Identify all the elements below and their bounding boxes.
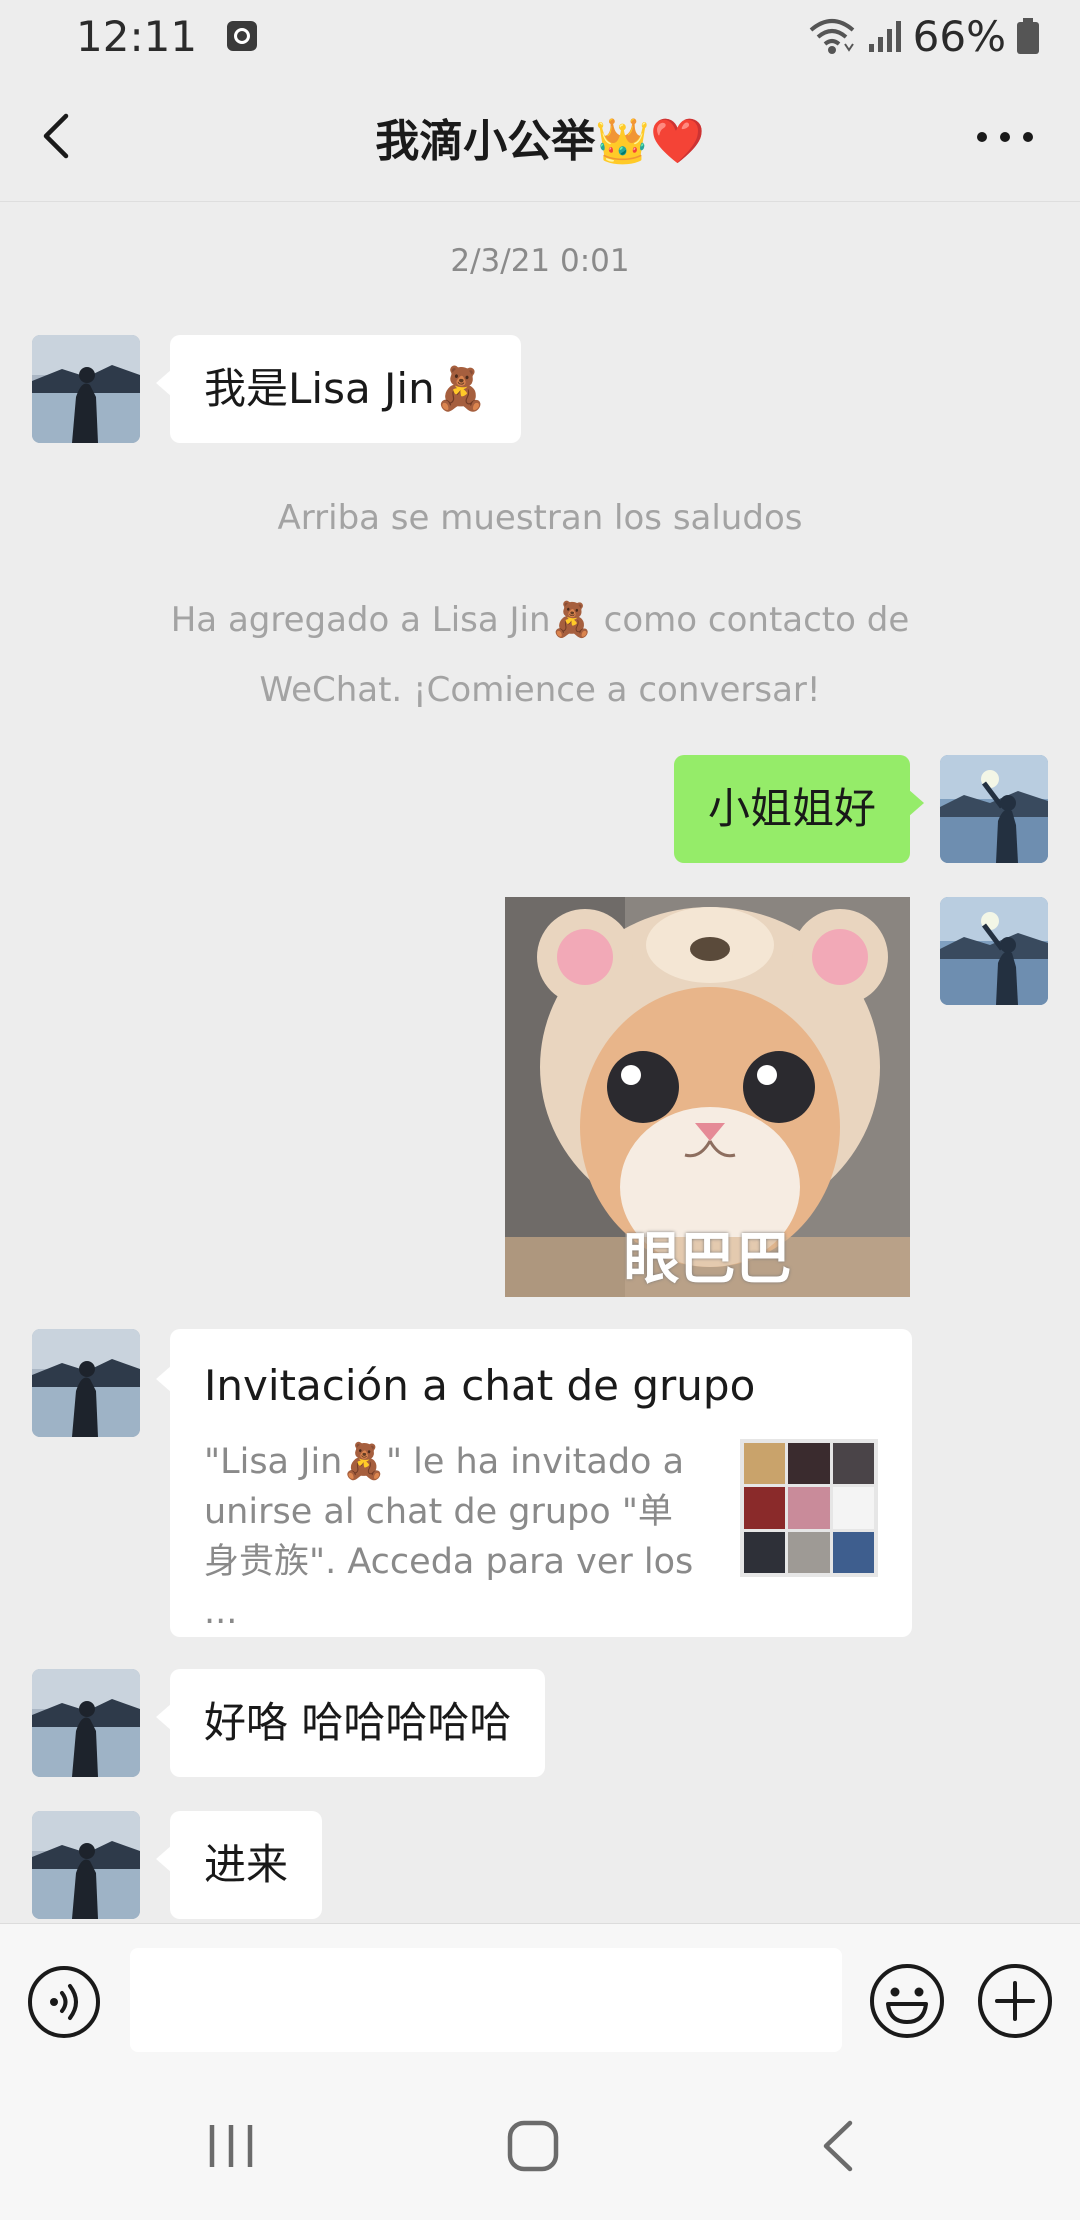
sticker-caption: 眼巴巴 xyxy=(623,1227,792,1292)
contact-avatar[interactable] xyxy=(32,1329,140,1437)
sticker-image[interactable]: 眼巴巴 xyxy=(505,897,910,1297)
chat-messages[interactable]: 2/3/21 0:01 我是Lisa Jin🧸 Arriba se muestr… xyxy=(0,203,1080,1923)
group-thumbnail xyxy=(740,1439,878,1577)
invite-description: "Lisa Jin🧸" le ha invitado a unirse al c… xyxy=(204,1442,694,1632)
back-icon[interactable] xyxy=(30,106,90,166)
contact-avatar[interactable] xyxy=(32,1811,140,1919)
status-time: 12:11 xyxy=(76,11,198,61)
message-bubble-incoming[interactable]: 好咯 哈哈哈哈哈 xyxy=(155,1669,546,1777)
plus-icon[interactable] xyxy=(976,1962,1054,2040)
invite-title: Invitación a chat de grupo xyxy=(204,1361,756,1410)
system-message: Ha agregado a Lisa Jin🧸 como contacto de… xyxy=(170,600,910,710)
system-message: Arriba se muestran los saludos xyxy=(277,498,803,538)
emoji-icon[interactable] xyxy=(868,1962,946,2040)
wifi-icon xyxy=(809,19,854,54)
message-bubble-incoming[interactable]: 我是Lisa Jin🧸 xyxy=(155,335,522,443)
my-avatar[interactable] xyxy=(940,755,1048,863)
chat-header: 我滴小公举👑❤️ xyxy=(0,72,1080,202)
home-icon[interactable] xyxy=(506,2119,560,2173)
chat-title: 我滴小公举👑❤️ xyxy=(375,115,705,167)
signal-icon xyxy=(868,21,901,52)
message-input[interactable] xyxy=(130,1948,842,2052)
message-input-bar xyxy=(0,1923,1080,2073)
system-nav-bar xyxy=(0,2073,1080,2220)
contact-avatar[interactable] xyxy=(32,1669,140,1777)
voice-icon[interactable] xyxy=(26,1964,102,2040)
more-dots-icon[interactable] xyxy=(970,117,1040,157)
contact-avatar[interactable] xyxy=(32,335,140,443)
status-bar: 12:11 66% xyxy=(0,0,1080,72)
my-avatar[interactable] xyxy=(940,897,1048,1005)
battery-percent: 66% xyxy=(912,11,1006,61)
group-invite-card[interactable]: Invitación a chat de grupo "Lisa Jin🧸" l… xyxy=(156,1329,912,1637)
message-bubble-incoming[interactable]: 进来 xyxy=(155,1811,323,1919)
message-timestamp: 2/3/21 0:01 xyxy=(450,243,630,279)
battery-icon xyxy=(1017,18,1039,54)
alarm-icon xyxy=(227,21,258,51)
message-bubble-outgoing[interactable]: 小姐姐好 xyxy=(673,755,925,863)
recent-apps-icon[interactable] xyxy=(206,2121,256,2171)
nav-back-icon[interactable] xyxy=(818,2119,858,2173)
